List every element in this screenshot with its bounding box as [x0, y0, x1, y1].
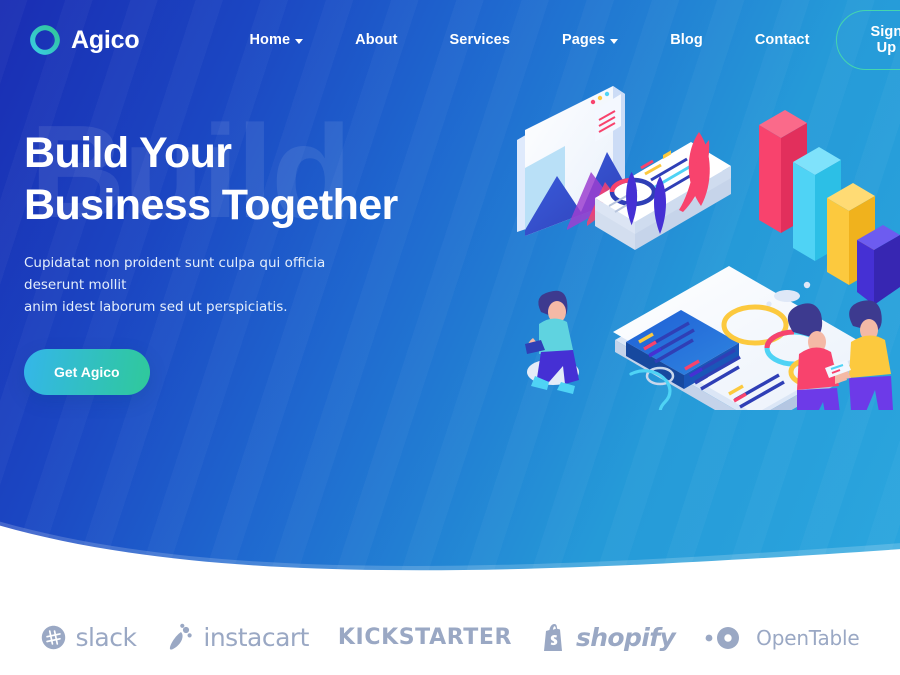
- nav-label: Contact: [754, 32, 810, 48]
- nav-item-pages[interactable]: Pages: [536, 32, 644, 48]
- hero-wave-divider: [0, 521, 900, 600]
- logo-opentable[interactable]: OpenTable: [704, 625, 860, 651]
- nav-item-contact[interactable]: Contact: [729, 32, 836, 48]
- agico-ring-logo-icon: [30, 25, 60, 55]
- get-agico-button[interactable]: Get Agico: [24, 348, 150, 395]
- logo-label: slack: [75, 623, 137, 652]
- shopify-bag-icon: [543, 623, 562, 651]
- logo-instacart[interactable]: instacart: [165, 623, 309, 653]
- illustration-bar-chart: [759, 110, 900, 305]
- nav-item-about[interactable]: About: [329, 32, 423, 48]
- hero-illustration: [517, 86, 900, 410]
- logo-kickstarter[interactable]: KICKSTARTER: [338, 625, 512, 650]
- nav-label: Home: [249, 32, 291, 48]
- nav-item-home[interactable]: Home: [223, 32, 329, 48]
- logo-slack[interactable]: slack: [40, 623, 137, 652]
- opentable-dot-icon: [705, 626, 740, 649]
- logo-label: KICKSTARTER: [337, 625, 513, 650]
- nav-item-blog[interactable]: Blog: [644, 32, 729, 48]
- page-title: Build Your Business Together: [24, 129, 398, 229]
- slack-icon: [42, 625, 66, 650]
- logo-label: instacart: [203, 623, 309, 652]
- brand-logo-link[interactable]: Agico: [28, 23, 140, 57]
- brand-name: Agico: [71, 25, 140, 54]
- nav-label: Blog: [670, 32, 703, 48]
- illustration-person-seated: [525, 290, 579, 394]
- hero-subtitle: Cupidatat non proident sunt culpa qui of…: [24, 255, 326, 315]
- nav-links: Home About Services Pages Blog Contact: [223, 32, 835, 48]
- logo-shopify[interactable]: shopify: [541, 623, 676, 653]
- sign-up-button[interactable]: Sign Up: [835, 10, 900, 70]
- nav-label: Services: [449, 32, 510, 48]
- instacart-carrot-icon: [170, 623, 193, 650]
- nav-label: Pages: [561, 32, 606, 48]
- hero-copy: Build Build Your Business Together Cupid…: [24, 106, 494, 395]
- chevron-down-icon: [610, 39, 619, 44]
- partner-logo-strip: slack instacart KICKSTARTER shopify Open…: [0, 600, 900, 675]
- logo-label: shopify: [575, 623, 676, 652]
- chevron-down-icon: [295, 39, 304, 44]
- main-navbar: Agico Home About Services Pages Blog Con…: [0, 0, 900, 80]
- nav-item-services[interactable]: Services: [424, 32, 536, 48]
- hero-section: Agico Home About Services Pages Blog Con…: [0, 0, 900, 600]
- nav-label: About: [355, 32, 398, 48]
- logo-label: OpenTable: [756, 625, 860, 650]
